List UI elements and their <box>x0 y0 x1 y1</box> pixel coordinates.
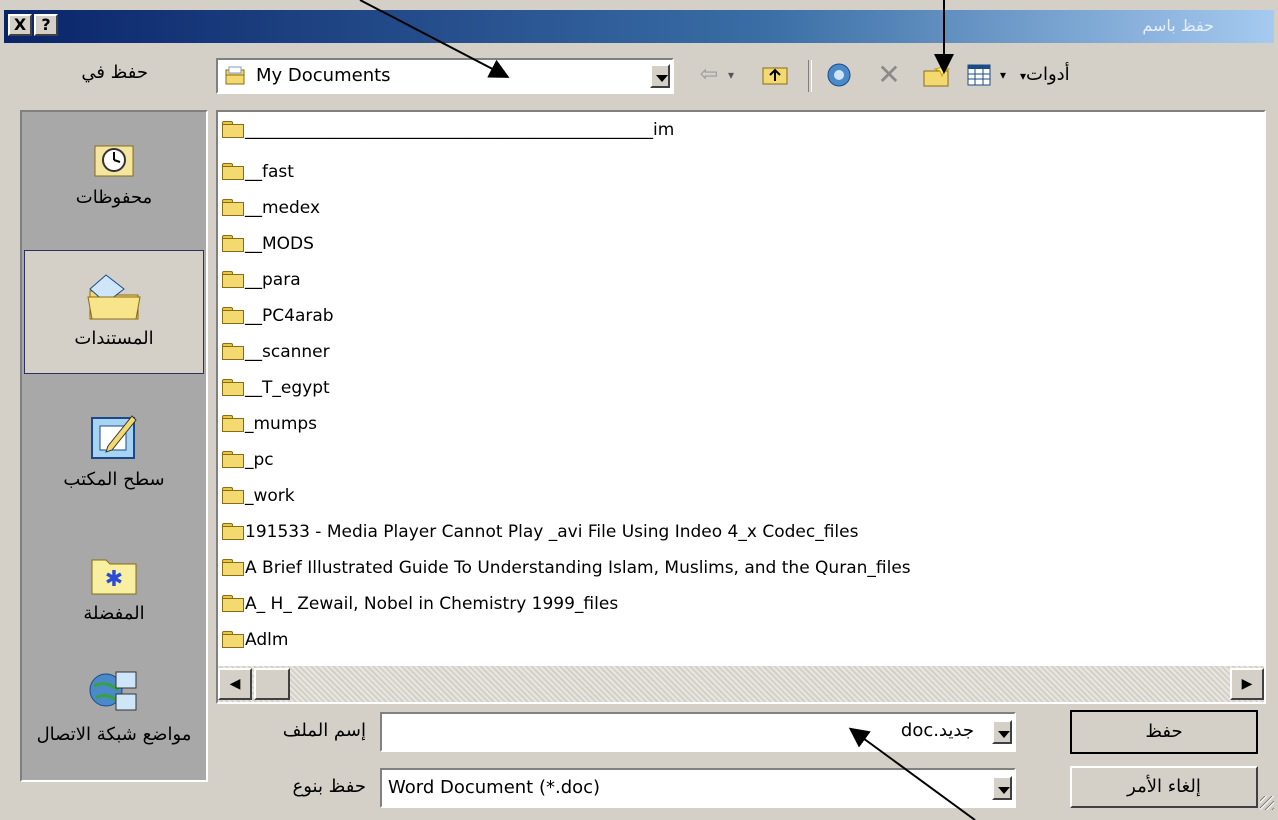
filetype-value: Word Document (*.doc) <box>388 777 601 798</box>
desktop-icon <box>91 415 137 459</box>
list-item[interactable]: _work <box>222 484 295 508</box>
filetype-combo[interactable]: Word Document (*.doc) <box>380 768 1016 808</box>
list-item[interactable]: __scanner <box>222 340 330 364</box>
places-favorites-label: المفضلة <box>83 603 145 624</box>
list-item[interactable]: __T_egypt <box>222 376 330 400</box>
folder-icon <box>222 451 244 468</box>
horizontal-scrollbar[interactable]: ◀ ▶ <box>218 666 1264 702</box>
folder-icon <box>222 379 244 396</box>
folder-icon <box>222 595 244 612</box>
delete-icon[interactable]: ✕ <box>874 60 904 90</box>
tools-menu[interactable]: أدوات▾ <box>1020 64 1070 85</box>
places-network[interactable]: مواضع شبكة الاتصال <box>22 668 206 746</box>
places-desktop-label: سطح المكتب <box>63 469 165 490</box>
new-folder-icon[interactable] <box>920 60 954 90</box>
toolbar-separator <box>808 60 812 92</box>
history-icon <box>94 145 134 177</box>
location-text: My Documents <box>256 65 391 86</box>
list-item[interactable]: ________________________________________… <box>222 118 674 142</box>
folder-icon <box>222 415 244 432</box>
folder-icon <box>222 523 244 540</box>
filename-input[interactable]: جديد.doc <box>901 720 974 741</box>
list-item[interactable]: __MODS <box>222 232 314 256</box>
places-my-documents-label: المستندات <box>74 328 154 349</box>
svg-text:✱: ✱ <box>105 567 123 592</box>
folder-icon <box>222 163 244 180</box>
list-item[interactable]: _mumps <box>222 412 317 436</box>
list-item[interactable]: __para <box>222 268 301 292</box>
list-item[interactable]: 191533 - Media Player Cannot Play _avi F… <box>222 520 858 544</box>
places-desktop[interactable]: سطح المكتب <box>22 408 206 490</box>
scroll-right-icon[interactable]: ▶ <box>1230 668 1264 700</box>
folder-open-icon <box>224 65 246 87</box>
save-in-label: حفظ في <box>81 62 148 83</box>
title-bar[interactable]: X ? حفظ باسم <box>4 10 1274 43</box>
filename-combo[interactable]: جديد.doc <box>380 712 1016 752</box>
folder-icon <box>222 121 244 138</box>
folder-icon <box>222 235 244 252</box>
places-history[interactable]: محفوظات <box>22 134 206 208</box>
favorites-icon: ✱ <box>91 559 137 595</box>
location-dropdown-arrow[interactable] <box>650 64 670 88</box>
back-icon[interactable]: ⇦ <box>694 60 724 90</box>
folder-icon <box>222 559 244 576</box>
folder-icon <box>222 307 244 324</box>
list-item[interactable]: A Brief Illustrated Guide To Understandi… <box>222 556 911 580</box>
places-network-label: مواضع شبكة الاتصال <box>36 724 192 745</box>
my-documents-icon <box>87 274 141 320</box>
folder-icon <box>222 631 244 648</box>
list-item[interactable]: Adlm <box>222 628 288 652</box>
help-button[interactable]: ? <box>34 14 58 36</box>
filename-label: إسم الملف <box>282 720 366 741</box>
list-item[interactable]: __medex <box>222 196 320 220</box>
cancel-button[interactable]: إلغاء الأمر <box>1070 766 1258 808</box>
save-as-dialog: X ? حفظ باسم حفظ في My Documents ⇦ ▾ ✕ ▾… <box>0 0 1278 820</box>
folder-icon <box>222 271 244 288</box>
search-web-icon[interactable] <box>822 60 856 90</box>
views-dropdown-icon[interactable]: ▾ <box>996 60 1010 90</box>
folder-icon <box>222 487 244 504</box>
list-item[interactable]: __PC4arab <box>222 304 334 328</box>
up-one-level-icon[interactable] <box>758 60 792 90</box>
list-item[interactable]: _pc <box>222 448 274 472</box>
views-icon[interactable] <box>964 60 994 90</box>
places-my-documents[interactable]: المستندات <box>24 250 204 374</box>
folder-icon <box>222 199 244 216</box>
scroll-left-icon[interactable]: ◀ <box>218 668 252 700</box>
filetype-dropdown-arrow[interactable] <box>992 776 1012 800</box>
back-dropdown-icon[interactable]: ▾ <box>724 60 738 90</box>
list-item[interactable]: __fast <box>222 160 294 184</box>
location-combo[interactable]: My Documents <box>216 58 674 94</box>
filetype-label: حفظ بنوع <box>292 776 366 797</box>
window-title: حفظ باسم <box>1142 16 1214 35</box>
file-list[interactable]: ________________________________________… <box>216 110 1266 704</box>
filename-dropdown-arrow[interactable] <box>992 720 1012 744</box>
save-button[interactable]: حفظ <box>1070 710 1258 754</box>
close-button[interactable]: X <box>8 14 32 36</box>
folder-icon <box>222 343 244 360</box>
places-history-label: محفوظات <box>75 187 153 208</box>
tools-label: أدوات <box>1026 64 1070 85</box>
resize-grip-icon[interactable] <box>1260 796 1274 810</box>
scroll-thumb[interactable] <box>254 668 290 700</box>
places-favorites[interactable]: ✱ المفضلة <box>22 548 206 624</box>
network-places-icon <box>89 671 137 711</box>
list-item[interactable]: A_ H_ Zewail, Nobel in Chemistry 1999_fi… <box>222 592 618 616</box>
